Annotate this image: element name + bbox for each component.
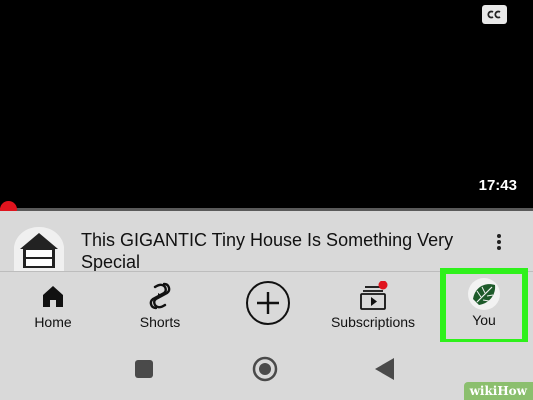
nav-label-subscriptions: Subscriptions xyxy=(330,314,416,330)
channel-logo-icon xyxy=(14,227,64,271)
you-tab-highlight xyxy=(440,268,528,345)
nav-label-shorts: Shorts xyxy=(139,314,181,330)
video-title[interactable]: This GIGANTIC Tiny House Is Something Ve… xyxy=(81,229,476,273)
video-duration: 17:43 xyxy=(478,177,517,194)
more-options-button[interactable] xyxy=(488,229,510,255)
closed-captions-icon xyxy=(487,10,501,19)
home-circle-icon[interactable] xyxy=(252,356,278,382)
channel-avatar[interactable] xyxy=(14,227,64,271)
home-icon xyxy=(43,286,63,307)
more-vertical-icon xyxy=(497,234,501,250)
video-player[interactable]: 17:43 xyxy=(0,0,533,211)
nav-item-home[interactable]: Home xyxy=(23,272,83,342)
nav-label-home: Home xyxy=(34,314,72,330)
closed-captions-button[interactable] xyxy=(482,5,507,24)
recents-square-icon[interactable] xyxy=(134,359,154,379)
nav-item-subscriptions[interactable]: Subscriptions xyxy=(325,272,421,342)
nav-item-shorts[interactable]: Shorts xyxy=(130,272,190,342)
wikihow-watermark: wikiHow xyxy=(463,382,533,400)
subscriptions-icon xyxy=(360,281,388,310)
back-triangle-icon[interactable] xyxy=(374,357,396,381)
shorts-icon xyxy=(149,282,171,310)
notification-dot xyxy=(378,281,388,290)
create-plus-icon xyxy=(246,281,290,325)
system-navigation-bar xyxy=(0,342,533,400)
video-info-row[interactable]: This GIGANTIC Tiny House Is Something Ve… xyxy=(0,211,533,273)
create-button[interactable] xyxy=(240,272,296,342)
